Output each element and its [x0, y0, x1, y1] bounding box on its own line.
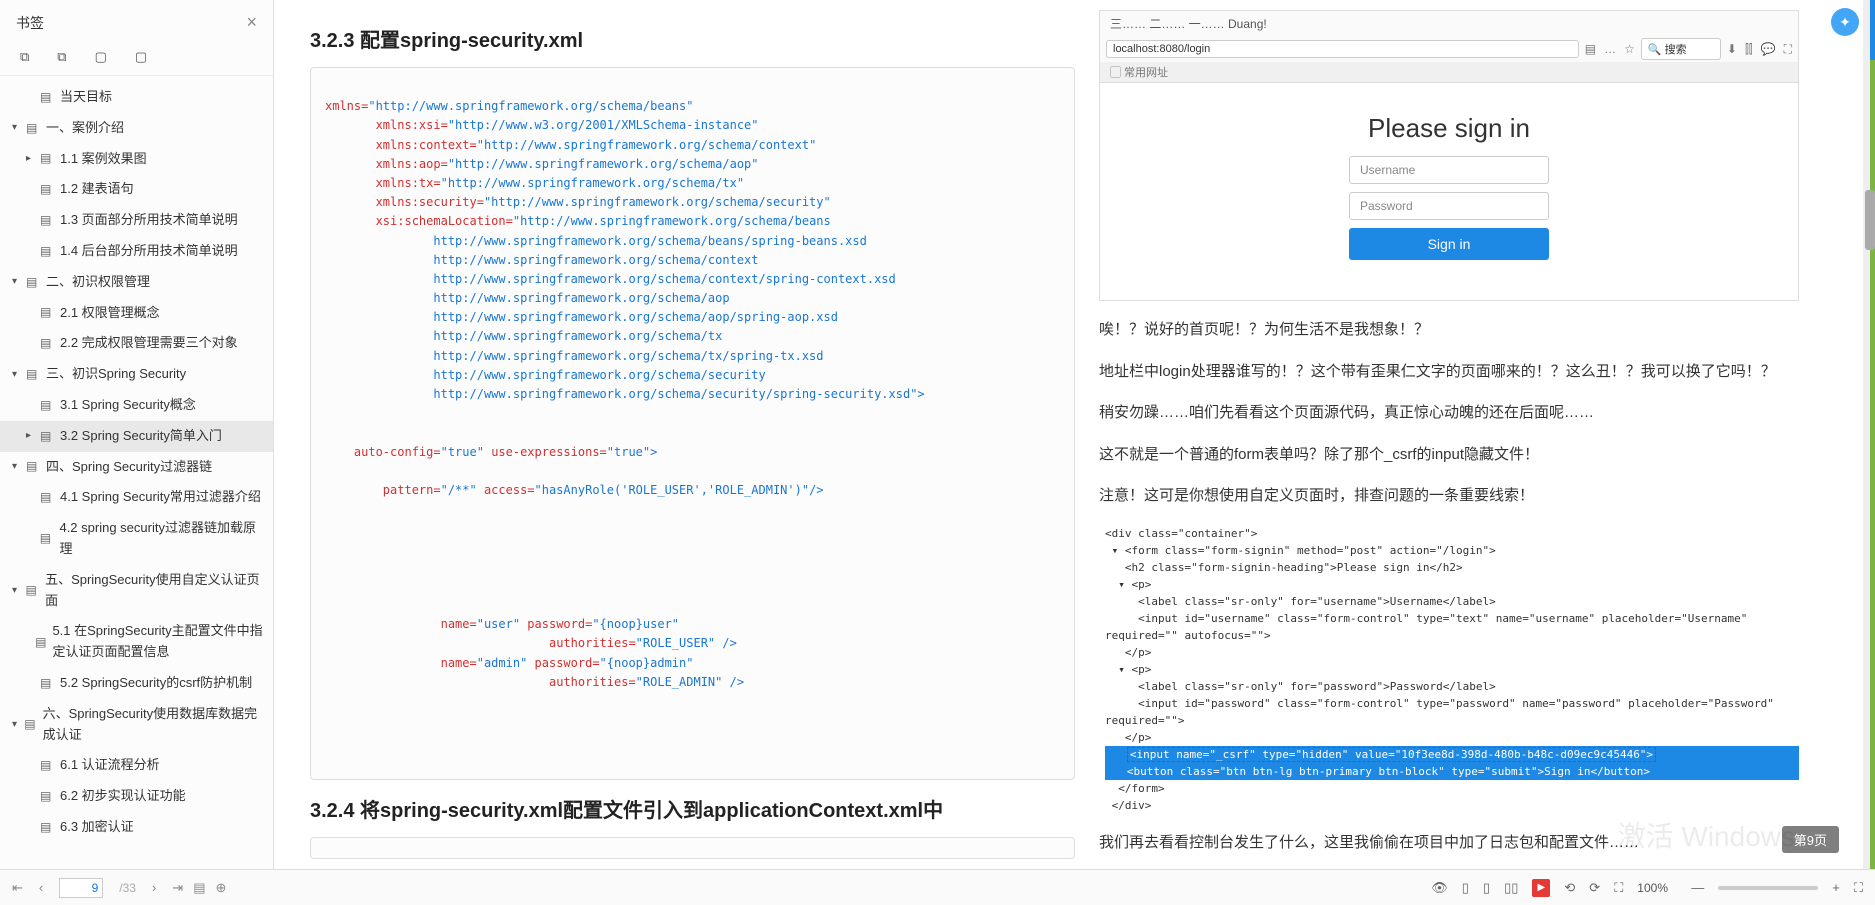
outline-item[interactable]: ▸▤1.1 案例效果图	[0, 144, 273, 175]
first-page-button[interactable]: ⇤	[12, 880, 23, 896]
outline-item[interactable]: ▤1.3 页面部分所用技术简单说明	[0, 205, 273, 236]
fullscreen-icon[interactable]: ⛶	[1614, 880, 1623, 896]
eye-icon[interactable]: 👁	[1431, 880, 1448, 896]
page-mode-icon[interactable]: ▤	[193, 880, 205, 896]
zoom-slider[interactable]	[1718, 886, 1818, 890]
last-page-button[interactable]: ⇥	[172, 880, 183, 896]
outline-item[interactable]: ▾▤二、初识权限管理	[0, 267, 273, 298]
browser-mockup: 三…… 二…… 一…… Duang! localhost:8080/login …	[1099, 10, 1799, 301]
close-icon[interactable]: ×	[246, 12, 257, 33]
password-field[interactable]: Password	[1349, 192, 1549, 220]
download-icon[interactable]: ⬇	[1727, 42, 1737, 57]
layout-double-icon[interactable]: ▯▯	[1504, 880, 1518, 896]
tool-icon-3[interactable]: ▢	[95, 49, 107, 65]
outline-item[interactable]: ▤4.1 Spring Security常用过滤器介绍	[0, 482, 273, 513]
outline-item[interactable]: ▤5.2 SpringSecurity的csrf防护机制	[0, 668, 273, 699]
sidebar-title: 书签	[16, 13, 44, 33]
tool-icon-2[interactable]: ⧉	[57, 49, 66, 65]
page-total: /33	[119, 881, 136, 895]
shield-icon[interactable]: ▤	[1585, 42, 1596, 56]
outline-item[interactable]: ▤2.1 权限管理概念	[0, 298, 273, 329]
zoom-level: 100%	[1637, 881, 1677, 895]
outline-item[interactable]: ▤当天目标	[0, 82, 273, 113]
paragraph: 地址栏中login处理器谁写的！？这个带有歪果仁文字的页面哪来的！？这么丑！？我…	[1099, 359, 1799, 385]
layout-page-icon[interactable]: ▯	[1483, 880, 1490, 896]
tool-icon-1[interactable]: ⧉	[20, 49, 29, 65]
paragraph: 稍安勿躁……咱们先看看这个页面源代码，真正惊心动魄的还在后面呢……	[1099, 400, 1799, 426]
scrollbar-track[interactable]	[1863, 0, 1875, 869]
browser-tab-bar: 三…… 二…… 一…… Duang!	[1100, 11, 1798, 36]
outline-item[interactable]: ▤4.2 spring security过滤器链加载原理	[0, 513, 273, 565]
paragraph: 注意！这可是你想使用自定义页面时，排查问题的一条重要线索！	[1099, 483, 1799, 509]
more-icon[interactable]: …	[1604, 42, 1616, 56]
play-button[interactable]: ▶	[1532, 879, 1550, 897]
browser-search-input[interactable]: 🔍 搜索	[1641, 38, 1721, 60]
xml-code-block: xmlns="http://www.springframework.org/sc…	[310, 67, 1075, 780]
outline-item[interactable]: ▸▤3.2 Spring Security简单入门	[0, 421, 273, 452]
paragraph: 我们再去看看控制台发生了什么，这里我偷偷在项目中加了日志包和配置文件……	[1099, 830, 1799, 856]
scroll-marker	[1870, 0, 1875, 60]
zoom-out-button[interactable]: —	[1691, 880, 1704, 895]
add-page-icon[interactable]: ⊕	[215, 880, 226, 896]
rotate-left-icon[interactable]: ⟲	[1564, 880, 1575, 896]
sidebar-toolbar: ⧉ ⧉ ▢ ▢	[0, 41, 273, 76]
page-number-input[interactable]	[59, 878, 103, 898]
bottom-toolbar: ⇤ ‹ /33 › ⇥ ▤ ⊕ 👁 ▯ ▯ ▯▯ ▶ ⟲ ⟳ ⛶ 100% — …	[0, 869, 1875, 905]
bookmarks-sidebar: 书签 × ⧉ ⧉ ▢ ▢ ▤当天目标▾▤一、案例介绍▸▤1.1 案例效果图▤1.…	[0, 0, 274, 869]
layout-single-icon[interactable]: ▯	[1462, 880, 1469, 896]
heading-324: 3.2.4 将spring-security.xml配置文件引入到applica…	[310, 794, 1075, 823]
expand-icon[interactable]: ⛶	[1784, 42, 1792, 57]
scroll-marker	[1870, 60, 1875, 869]
paragraph: 唉！？说好的首页呢！？为何生活不是我想象！？	[1099, 317, 1799, 343]
signin-form: Please sign in Username Password Sign in	[1100, 83, 1798, 300]
outline-item[interactable]: ▾▤一、案例介绍	[0, 113, 273, 144]
tool-icon-4[interactable]: ▢	[135, 49, 147, 65]
outline-item[interactable]: ▤6.1 认证流程分析	[0, 750, 273, 781]
chat-icon[interactable]: 💬	[1761, 42, 1776, 57]
signin-button[interactable]: Sign in	[1349, 228, 1549, 260]
rotate-right-icon[interactable]: ⟳	[1589, 880, 1600, 896]
bookmark-bar[interactable]: ▢ 常用网址	[1100, 62, 1798, 83]
scroll-thumb[interactable]	[1865, 190, 1875, 250]
outline-item[interactable]: ▤3.1 Spring Security概念	[0, 390, 273, 421]
fit-icon[interactable]: ⛶	[1854, 880, 1863, 896]
signin-title: Please sign in	[1368, 113, 1530, 144]
outline-item[interactable]: ▾▤六、SpringSecurity使用数据库数据完成认证	[0, 699, 273, 751]
prev-page-button[interactable]: ‹	[39, 880, 43, 895]
assistant-badge-icon[interactable]: ✦	[1831, 8, 1859, 36]
xml-code-block-2	[310, 837, 1075, 859]
outline-item[interactable]: ▤1.2 建表语句	[0, 174, 273, 205]
document-content: 3.2.3 配置spring-security.xml xmlns="http:…	[274, 0, 1875, 869]
next-page-button[interactable]: ›	[152, 880, 156, 895]
outline-item[interactable]: ▤5.1 在SpringSecurity主配置文件中指定认证页面配置信息	[0, 616, 273, 668]
outline-item[interactable]: ▤2.2 完成权限管理需要三个对象	[0, 328, 273, 359]
page-indicator-badge: 第9页	[1782, 826, 1839, 853]
star-icon[interactable]: ☆	[1624, 42, 1635, 56]
library-icon[interactable]: ⫿⫿	[1745, 42, 1753, 57]
heading-323: 3.2.3 配置spring-security.xml	[310, 24, 1075, 53]
zoom-in-button[interactable]: +	[1832, 880, 1840, 895]
outline-item[interactable]: ▾▤三、初识Spring Security	[0, 359, 273, 390]
username-field[interactable]: Username	[1349, 156, 1549, 184]
outline-item[interactable]: ▤6.2 初步实现认证功能	[0, 781, 273, 812]
paragraph: 这不就是一个普通的form表单吗？除了那个_csrf的input隐藏文件！	[1099, 442, 1799, 468]
outline-item[interactable]: ▤1.4 后台部分所用技术简单说明	[0, 236, 273, 267]
outline-item[interactable]: ▤6.3 加密认证	[0, 812, 273, 843]
outline-item[interactable]: ▾▤五、SpringSecurity使用自定义认证页面	[0, 565, 273, 617]
html-source-block: <div class="container"> ▾ <form class="f…	[1099, 525, 1799, 815]
outline-tree: ▤当天目标▾▤一、案例介绍▸▤1.1 案例效果图▤1.2 建表语句▤1.3 页面…	[0, 76, 273, 869]
outline-item[interactable]: ▾▤四、Spring Security过滤器链	[0, 452, 273, 483]
browser-url-input[interactable]: localhost:8080/login	[1106, 40, 1579, 58]
